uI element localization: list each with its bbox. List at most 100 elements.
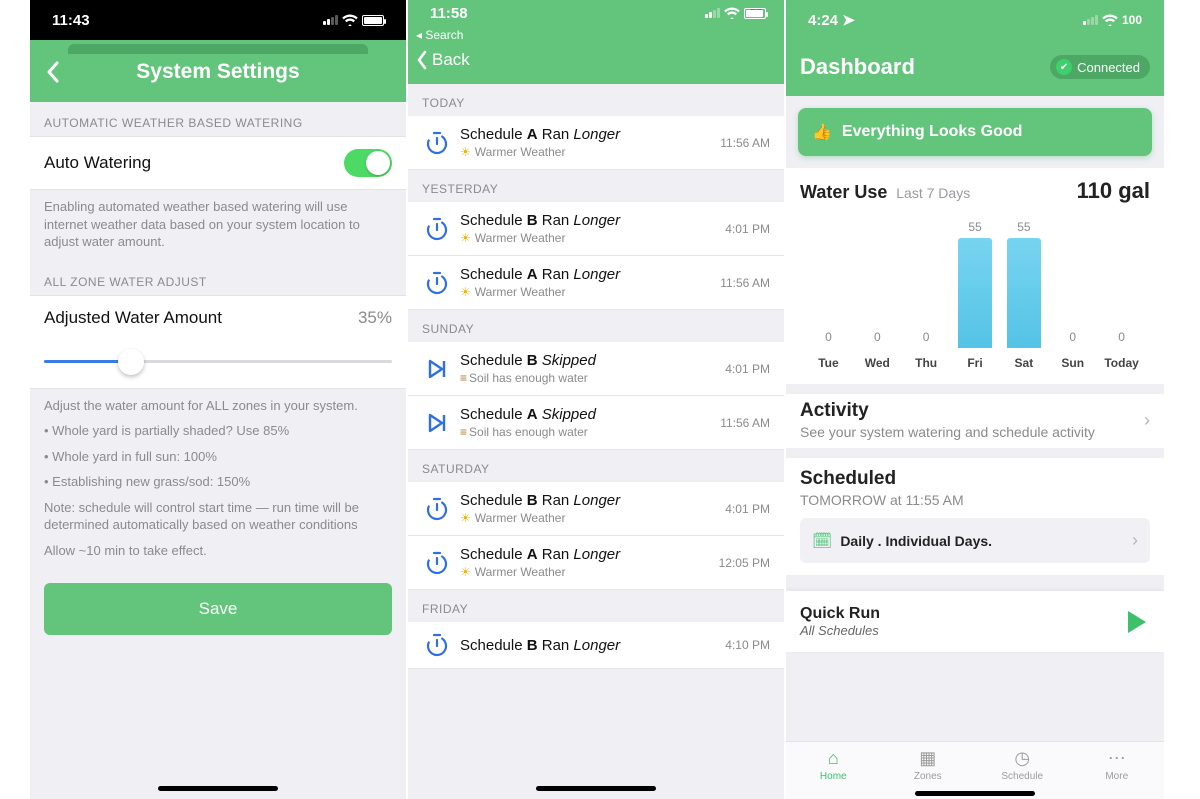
signal-icon [705,8,720,18]
back-chevron-icon[interactable] [46,61,60,83]
activity-time: 4:01 PM [725,502,770,516]
activity-reason: ☀ Warmer Weather [460,231,725,245]
status-right: 100 [1083,13,1142,27]
activity-row[interactable]: Schedule A Ran Longer ☀ Warmer Weather11:… [408,116,784,170]
activity-title: Schedule A Skipped [460,406,720,423]
activity-card[interactable]: Activity See your system watering and sc… [786,394,1164,448]
header: Dashboard ✔ Connected [786,40,1164,96]
bar-category: Thu [915,356,937,370]
scheduled-row[interactable]: 🗓 Daily . Individual Days. › [800,518,1150,563]
bar-value: 0 [874,330,881,344]
scheduled-card: Scheduled TOMORROW at 11:55 AM 🗓 Daily .… [786,458,1164,575]
activity-row[interactable]: Schedule A Skipped ≡ Soil has enough wate… [408,396,784,450]
chart-bar: 0Sun [1048,330,1097,370]
auto-watering-help: Enabling automated weather based waterin… [30,190,406,261]
page-title: System Settings [136,60,299,84]
timer-icon [422,270,452,296]
activity-reason: ≡ Soil has enough water [460,425,720,439]
activity-title: Schedule A Ran Longer [460,546,719,563]
status-right: 87 [705,7,762,19]
home-indicator [158,786,278,791]
activity-row[interactable]: Schedule A Ran Longer☀ Warmer Weather12:… [408,536,784,590]
skip-icon [422,356,452,382]
save-button[interactable]: Save [44,583,392,635]
battery-icon [362,15,384,26]
activity-reason: ☀ Warmer Weather [460,285,720,299]
timer-icon [422,130,452,156]
banner-text: Everything Looks Good [842,123,1022,141]
search-breadcrumb[interactable]: ◂ Search [408,26,784,42]
back-label: Back [432,50,470,70]
activity-reason: ☀ Warmer Weather [460,565,719,579]
activity-group-header: YESTERDAY [408,170,784,202]
activity-list: TODAYSchedule A Ran Longer☀ Warmer Weath… [408,84,784,669]
scheduled-sub: TOMORROW at 11:55 AM [800,490,1150,512]
chart-bar: 55Fri [951,220,1000,370]
check-icon: ✔ [1056,59,1072,75]
quick-run-title: Quick Run [800,605,880,623]
tab-schedule[interactable]: ◷Schedule [975,742,1070,787]
bar-category: Sat [1015,356,1034,370]
activity-time: 11:56 AM [720,276,770,290]
chart-bar: 0Today [1097,330,1146,370]
bar-category: Tue [818,356,838,370]
timer-icon [422,550,452,576]
auto-watering-label: Auto Watering [44,153,151,173]
adjusted-amount-value: 35% [358,308,392,328]
signal-icon [1083,15,1098,25]
chart-bar: 55 Sat [999,220,1048,370]
thumbs-up-icon: 👍 [812,122,832,142]
activity-reason: ≡ Soil has enough water [460,371,725,385]
signal-icon [323,15,338,25]
header: System Settings [30,40,406,102]
auto-watering-toggle[interactable] [344,149,392,177]
status-bar: 11:58 87 [408,0,784,26]
tab-more[interactable]: ⋯More [1070,742,1165,787]
tab-zones[interactable]: ▦Zones [881,742,976,787]
activity-row[interactable]: Schedule A Ran Longer ☀ Warmer Weather11:… [408,256,784,310]
play-icon[interactable] [1122,608,1150,636]
chevron-right-icon: › [1144,410,1150,431]
activity-row[interactable]: Schedule B Ran Longer☀ Warmer Weather4:0… [408,202,784,256]
clock-icon: ◷ [975,748,1070,769]
water-use-chart: 0 Tue 0 Wed 0 Thu 55Fri 55 Sat 0Sun0Today [800,220,1150,370]
bar-value: 0 [825,330,832,344]
connected-pill[interactable]: ✔ Connected [1050,55,1150,79]
activity-time: 4:01 PM [725,362,770,376]
home-indicator [536,786,656,791]
activity-title: Schedule A Ran Longer [460,266,720,283]
scheduled-title: Scheduled [800,468,1150,490]
bar-category: Wed [865,356,890,370]
activity-title: Schedule B Skipped [460,352,725,369]
activity-title: Schedule A Ran Longer [460,126,720,143]
activity-row[interactable]: Schedule B Skipped ≡ Soil has enough wate… [408,342,784,396]
calendar-icon: 🗓 [812,531,832,551]
quick-run-sub: All Schedules [800,623,880,638]
tab-home[interactable]: ⌂Home [786,742,881,787]
wifi-icon [724,7,740,19]
back-button[interactable]: Back [408,42,784,84]
battery-percent: 100 [1122,13,1142,27]
bar-value: 0 [1118,330,1125,344]
activity-time: 11:56 AM [720,136,770,150]
activity-row[interactable]: Schedule B Ran Longer4:10 PM [408,622,784,669]
more-icon: ⋯ [1070,748,1165,769]
home-indicator [915,791,1035,796]
adjusted-amount-slider[interactable] [30,340,406,389]
water-use-title: Water Use [800,182,887,202]
auto-watering-row[interactable]: Auto Watering [30,136,406,190]
activity-reason: ☀ Warmer Weather [460,145,720,159]
status-banner[interactable]: 👍 Everything Looks Good [798,108,1152,156]
bar-category: Sun [1061,356,1084,370]
status-bar: 4:24 ➤ 100 [786,0,1164,40]
screen-system-settings: 11:43 System Settings AUTOMATIC WEATHER … [30,0,408,799]
activity-row[interactable]: Schedule B Ran Longer☀ Warmer Weather4:0… [408,482,784,536]
bar-value: 55 [1017,220,1030,234]
quick-run-card[interactable]: Quick Run All Schedules [786,591,1164,652]
timer-icon [422,216,452,242]
activity-group-header: SATURDAY [408,450,784,482]
skip-icon [422,410,452,436]
status-time: 11:43 [52,12,90,29]
status-bar: 11:43 [30,0,406,40]
activity-time: 11:56 AM [720,416,770,430]
